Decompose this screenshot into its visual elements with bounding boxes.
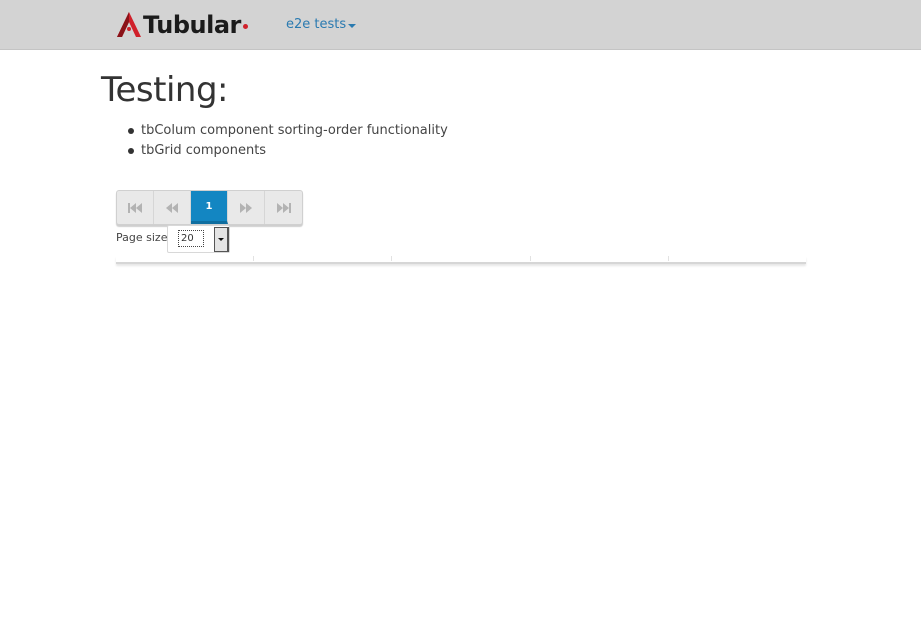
first-page-button[interactable] [117, 191, 154, 224]
grid-pager: 1 [116, 190, 303, 225]
grid-column-header[interactable] [669, 256, 806, 261]
last-page-button[interactable] [265, 191, 302, 224]
dropdown-arrow-icon[interactable] [214, 227, 229, 252]
page-1-button[interactable]: 1 [191, 191, 228, 224]
grid-column-header[interactable] [116, 256, 255, 261]
bullet-icon [128, 128, 134, 134]
current-page-number: 1 [205, 200, 213, 212]
data-grid-header [116, 256, 806, 264]
page-size-label: Page size: [116, 231, 172, 244]
list-item-text: tbGrid components [141, 143, 267, 158]
top-navbar: Tubular e2e tests [0, 0, 921, 50]
caret-down-icon [348, 23, 357, 28]
tubular-logo-icon [117, 12, 141, 37]
brand-dot [242, 24, 248, 29]
page-size-value: 20 [178, 230, 204, 247]
feature-list: tbColum component sorting-order function… [128, 121, 448, 161]
bullet-icon [128, 148, 134, 154]
page-size-select[interactable]: 20 [167, 225, 230, 253]
brand-name: Tubular [143, 11, 241, 39]
last-page-icon [276, 202, 291, 213]
first-page-icon [128, 202, 142, 213]
grid-column-header[interactable] [254, 256, 393, 261]
list-item-text: tbColum component sorting-order function… [141, 123, 448, 138]
grid-column-header[interactable] [392, 256, 531, 261]
next-page-button[interactable] [228, 191, 265, 224]
page-title: Testing: [101, 70, 229, 110]
brand-logo[interactable]: Tubular [116, 10, 248, 40]
e2e-tests-label: e2e tests [286, 17, 347, 32]
grid-column-header[interactable] [531, 256, 669, 261]
fast-forward-icon [240, 202, 252, 213]
previous-page-button[interactable] [154, 191, 191, 224]
list-item: tbColum component sorting-order function… [128, 121, 448, 141]
e2e-tests-dropdown[interactable]: e2e tests [286, 17, 357, 32]
list-item: tbGrid components [128, 141, 448, 161]
rewind-icon [166, 202, 178, 213]
